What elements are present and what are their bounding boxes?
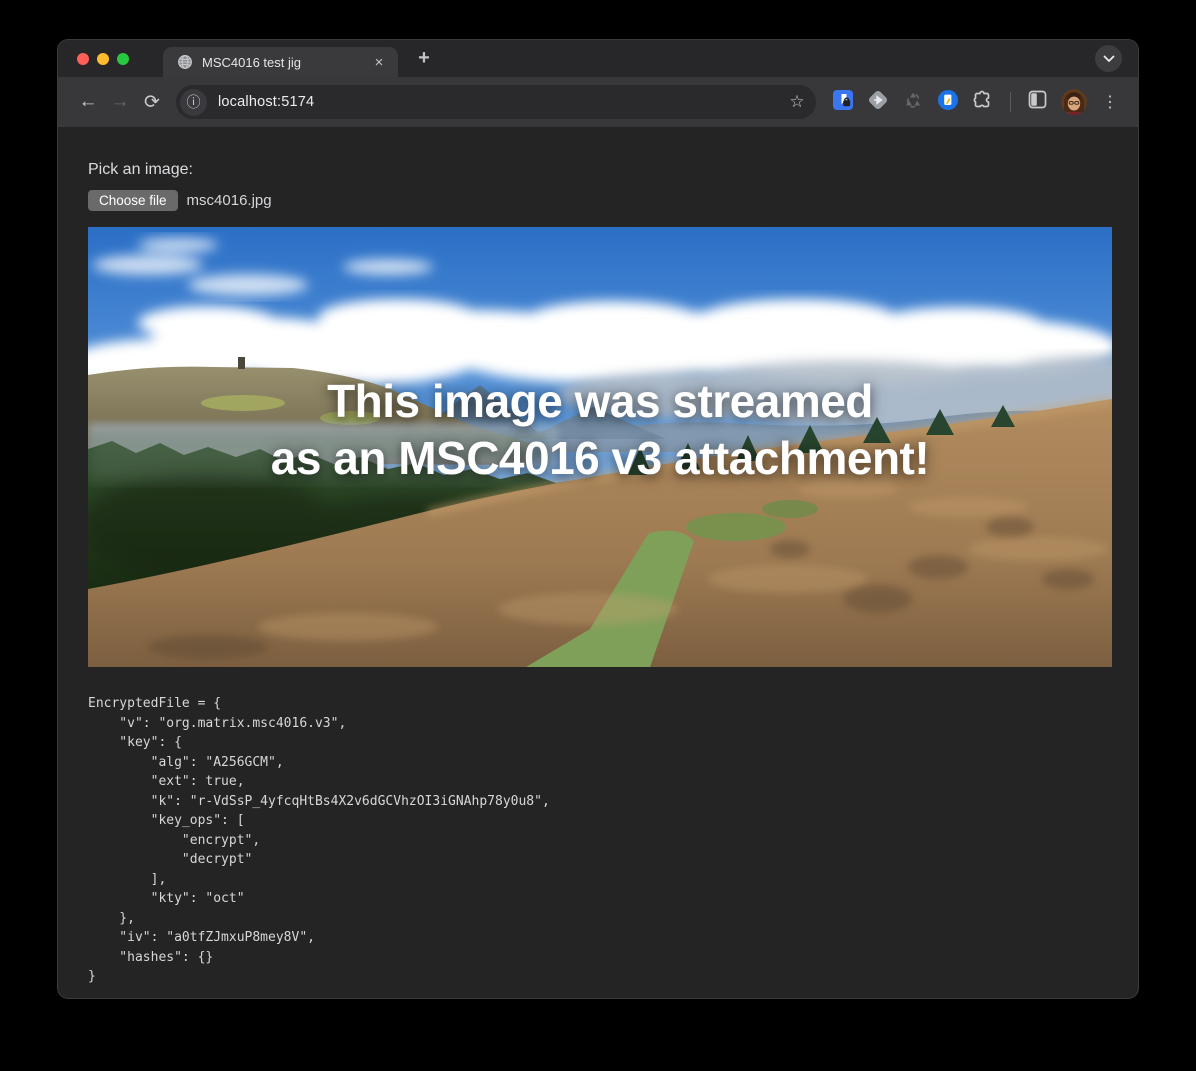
tab-close-icon[interactable]: ×: [370, 53, 388, 71]
site-info-icon[interactable]: ⓘ: [180, 89, 207, 116]
image-caption: This image was streamed as an MSC4016 v3…: [88, 373, 1112, 487]
profile-avatar[interactable]: [1061, 89, 1087, 115]
streamed-image: This image was streamed as an MSC4016 v3…: [88, 227, 1112, 667]
forward-button[interactable]: →: [104, 86, 136, 118]
choose-file-button[interactable]: Choose file: [88, 190, 178, 211]
toolbar: ← → ⟳ ⓘ localhost:5174 ☆: [58, 77, 1138, 127]
pick-image-label: Pick an image:: [88, 161, 1108, 179]
extensions-puzzle-icon[interactable]: [972, 89, 994, 116]
back-button[interactable]: ←: [72, 86, 104, 118]
extensions-row: ⋮: [832, 89, 1120, 116]
tab-search-button[interactable]: [1095, 45, 1122, 72]
bookmark-star-icon[interactable]: ☆: [784, 92, 810, 112]
tab-strip: MSC4016 test jig × +: [58, 40, 1138, 77]
url-text[interactable]: localhost:5174: [218, 94, 314, 110]
encrypted-file-json: EncryptedFile = { "v": "org.matrix.msc40…: [88, 694, 1108, 987]
menu-kebab-icon[interactable]: ⋮: [1100, 92, 1120, 112]
address-bar[interactable]: ⓘ localhost:5174 ☆: [176, 85, 816, 119]
browser-window: MSC4016 test jig × + ← → ⟳ ⓘ localhost:5…: [58, 40, 1138, 998]
toolbar-divider: [1010, 92, 1011, 112]
recycle-extension-icon[interactable]: [902, 89, 924, 116]
chevron-down-icon: [1103, 50, 1115, 68]
selected-filename: msc4016.jpg: [187, 192, 272, 209]
caption-line-2: as an MSC4016 v3 attachment!: [88, 430, 1112, 487]
tab-msc4016-test-jig[interactable]: MSC4016 test jig ×: [163, 47, 398, 77]
page-content: Pick an image: Choose file msc4016.jpg: [58, 127, 1138, 987]
zoom-window-button[interactable]: [117, 53, 129, 65]
globe-favicon-icon: [177, 54, 193, 70]
dev-extension-icon[interactable]: [867, 89, 889, 116]
reload-button[interactable]: ⟳: [136, 86, 168, 118]
minimize-window-button[interactable]: [97, 53, 109, 65]
docs-extension-icon[interactable]: [937, 89, 959, 116]
file-input: Choose file msc4016.jpg: [88, 190, 1108, 211]
side-panel-icon[interactable]: [1027, 89, 1048, 115]
traffic-lights: [58, 53, 129, 65]
tab-title: MSC4016 test jig: [202, 55, 370, 70]
password-extension-icon[interactable]: [832, 89, 854, 116]
close-window-button[interactable]: [77, 53, 89, 65]
caption-line-1: This image was streamed: [88, 373, 1112, 430]
new-tab-button[interactable]: +: [410, 45, 438, 73]
